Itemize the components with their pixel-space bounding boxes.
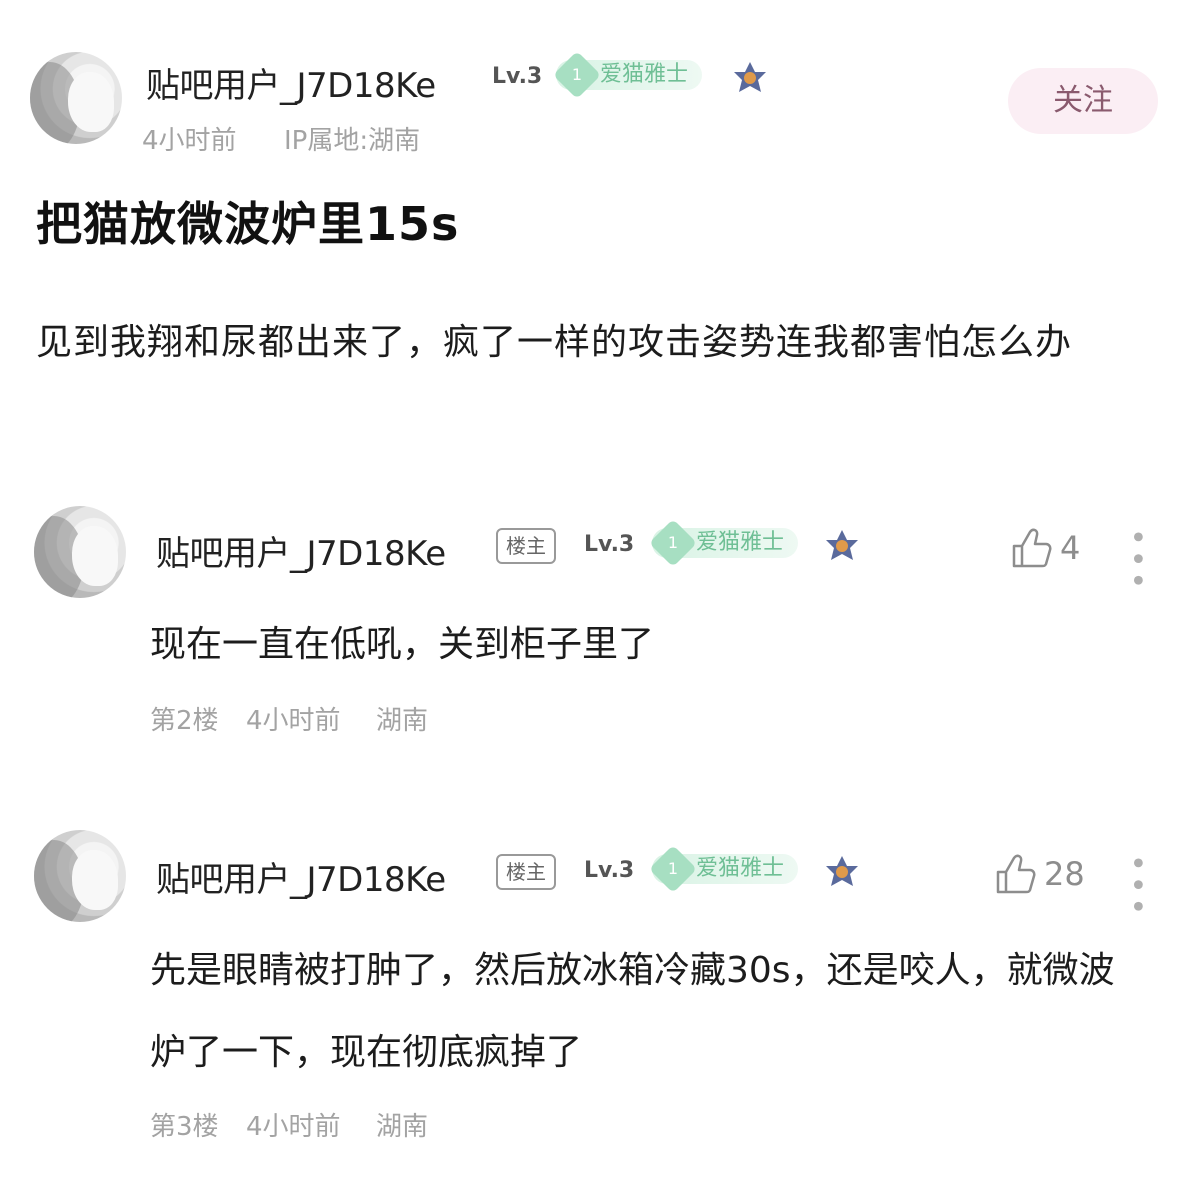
- post-body: 见到我翔和尿都出来了，疯了一样的攻击姿势连我都害怕怎么办: [36, 322, 1073, 363]
- reply-time: 4小时前: [246, 706, 341, 736]
- like-button[interactable]: 4: [1010, 526, 1080, 570]
- crown-badge-icon: [826, 530, 858, 560]
- post-ip-location: IP属地:湖南: [284, 126, 421, 156]
- crown-badge-icon: [734, 62, 766, 92]
- post-time: 4小时前: [142, 126, 237, 156]
- thumbs-up-icon: [996, 854, 1036, 894]
- crown-badge-icon: [826, 856, 858, 886]
- reply-avatar[interactable]: [34, 830, 126, 922]
- follow-button[interactable]: 关注: [1008, 68, 1158, 134]
- reply-floor: 第3楼: [150, 1112, 219, 1142]
- level-badge: Lv.3: [584, 532, 635, 557]
- reply-location: 湖南: [376, 1112, 429, 1142]
- level-badge: Lv.3: [492, 64, 543, 89]
- gem-icon: 1: [648, 844, 698, 894]
- fan-badge[interactable]: 爱猫雅士 1: [552, 50, 703, 100]
- post-title: 把猫放微波炉里15s: [36, 197, 460, 251]
- reply-author-name[interactable]: 贴吧用户_J7D18Ke: [156, 852, 446, 901]
- level-badge: Lv.3: [584, 858, 635, 883]
- reply-time: 4小时前: [246, 1112, 341, 1142]
- reply-text: 先是眼睛被打肿了，然后放冰箱冷藏30s，还是咬人，就微波炉了一下，现在彻底疯掉了: [150, 950, 1115, 1073]
- op-tag: 楼主: [496, 854, 556, 890]
- like-count: 4: [1060, 529, 1081, 567]
- thumbs-up-icon: [1012, 528, 1052, 568]
- like-count: 28: [1044, 855, 1085, 893]
- reply-author-name[interactable]: 贴吧用户_J7D18Ke: [156, 526, 446, 575]
- fan-badge[interactable]: 爱猫雅士 1: [648, 518, 799, 568]
- op-tag: 楼主: [496, 528, 556, 564]
- reply-avatar[interactable]: [34, 506, 126, 598]
- more-vertical-icon[interactable]: •••: [1119, 854, 1154, 919]
- gem-icon: 1: [648, 518, 698, 568]
- author-name[interactable]: 贴吧用户_J7D18Ke: [146, 58, 436, 107]
- like-button[interactable]: 28: [994, 852, 1085, 896]
- more-vertical-icon[interactable]: •••: [1119, 528, 1154, 593]
- reply-floor: 第2楼: [150, 706, 219, 736]
- reply-text: 现在一直在低吼，关到柜子里了: [150, 624, 655, 665]
- author-avatar[interactable]: [30, 52, 122, 144]
- reply-location: 湖南: [376, 706, 429, 736]
- gem-icon: 1: [552, 50, 602, 100]
- fan-badge[interactable]: 爱猫雅士 1: [648, 844, 799, 894]
